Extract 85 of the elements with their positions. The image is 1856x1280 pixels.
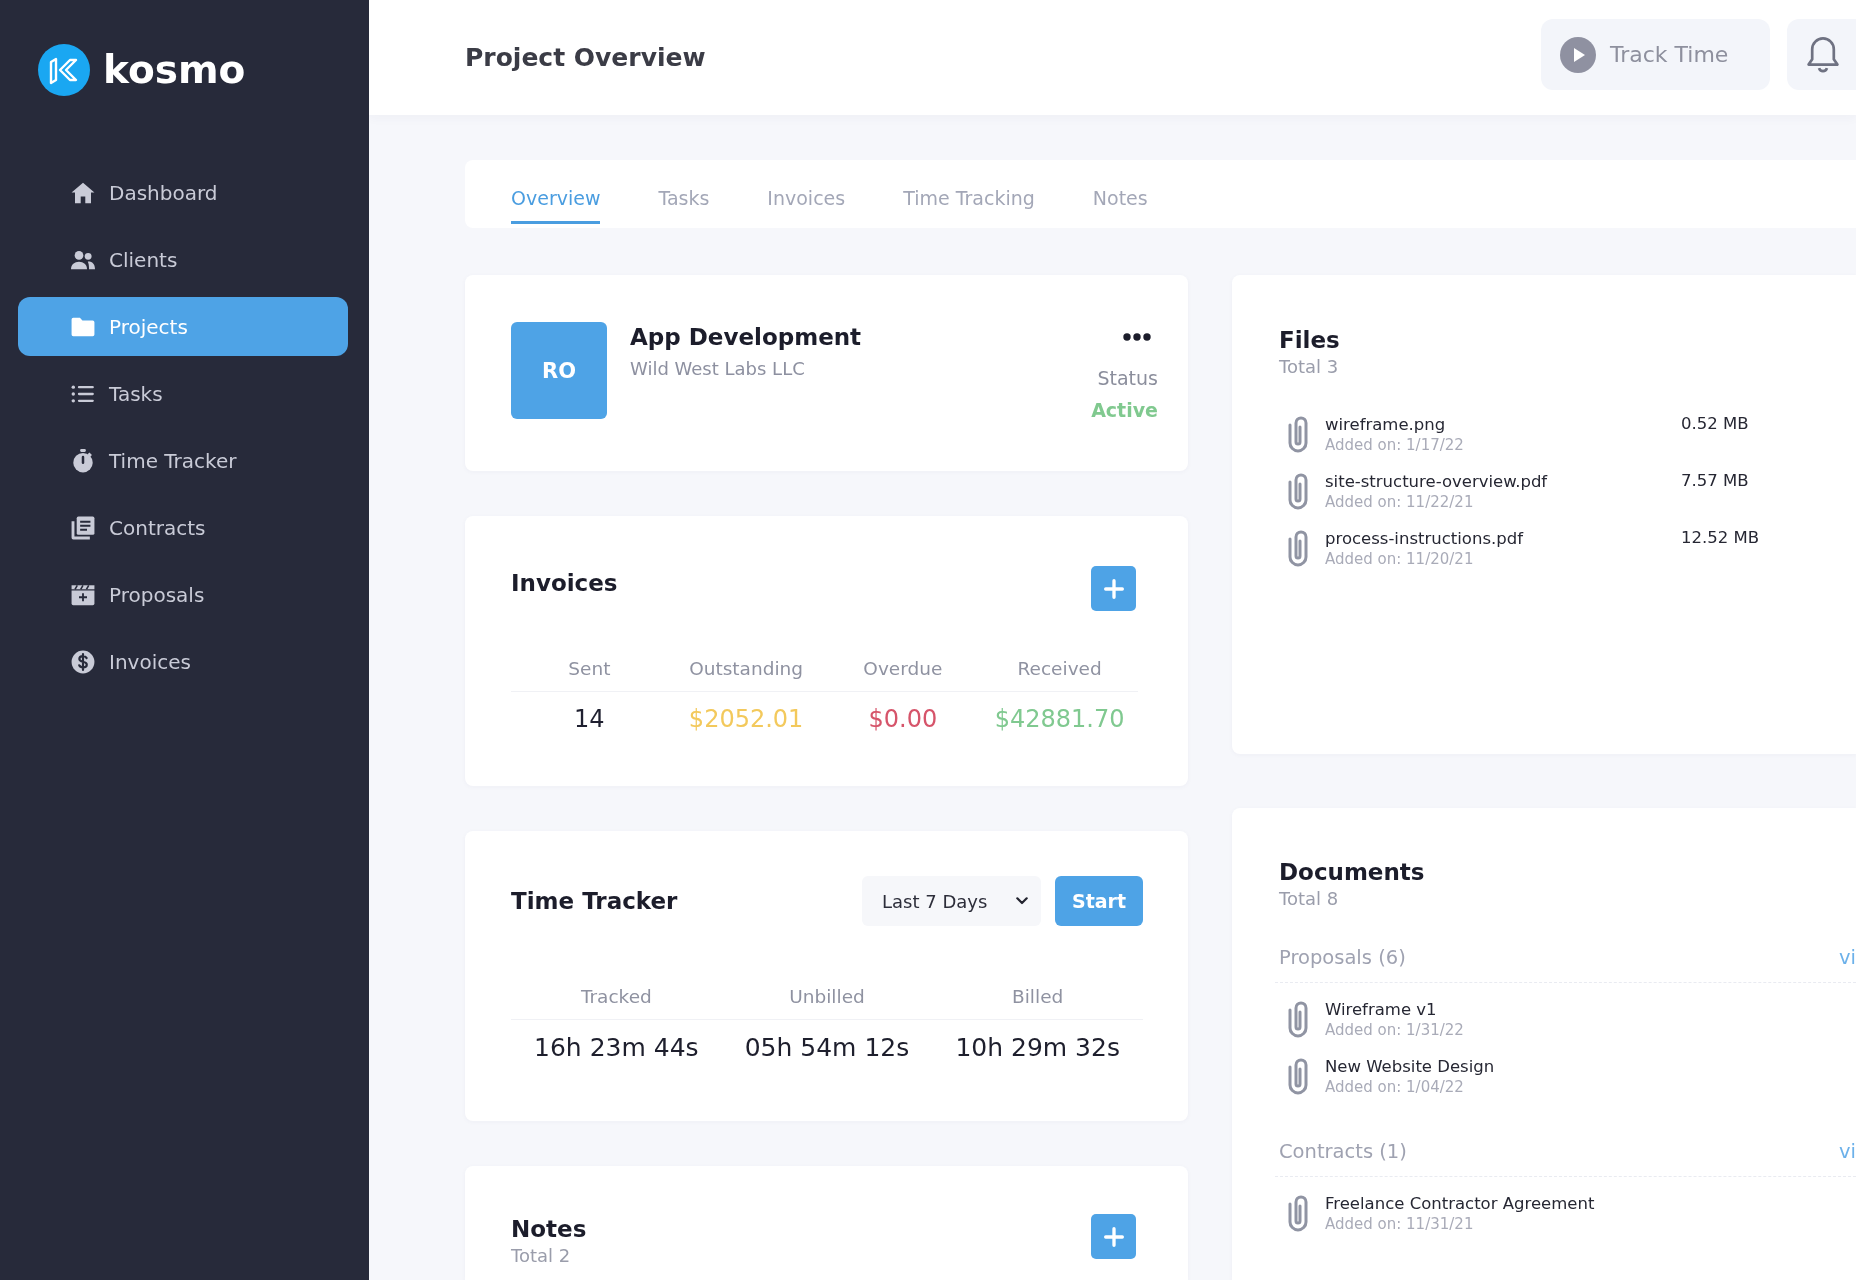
client-name: Wild West Labs LLC	[630, 357, 806, 381]
total-count: Total 3	[1279, 355, 1340, 379]
tab[interactable]: Tasks	[658, 160, 710, 224]
card-title: Files	[1279, 326, 1341, 355]
track-time-button[interactable]: Track Time	[1541, 19, 1770, 90]
document-name: Wireframe v1	[1325, 998, 1438, 1020]
document-name: Freelance Contractor Agreement	[1325, 1192, 1595, 1214]
sidebar-item[interactable]: Projects	[18, 297, 348, 356]
tab[interactable]: Overview	[511, 160, 601, 224]
sidebar-item[interactable]: Clients	[18, 230, 348, 289]
add-button[interactable]	[1091, 566, 1136, 611]
notifications-button[interactable]	[1787, 19, 1856, 90]
plus-icon	[1103, 1226, 1124, 1247]
status-value: Active	[1091, 398, 1158, 422]
sidebar-item[interactable]: Dashboard	[18, 163, 348, 222]
play-icon	[1560, 36, 1596, 73]
add-button[interactable]	[1091, 1214, 1136, 1259]
stat-label: Tracked	[580, 985, 652, 1009]
paperclip-icon	[1288, 1058, 1308, 1095]
stat-label: Sent	[568, 657, 611, 681]
stat-label: Received	[1017, 657, 1102, 681]
stat-value: 16h 23m 44s	[534, 1033, 699, 1063]
stat-value: $0.00	[868, 704, 938, 734]
view-link[interactable]: vi	[1839, 946, 1856, 970]
view-link[interactable]: vi	[1839, 1140, 1856, 1164]
sidebar-item[interactable]: Tasks	[18, 364, 348, 423]
file-name: process-instructions.pdf	[1325, 527, 1525, 549]
sidebar-item[interactable]: Invoices	[18, 632, 348, 691]
stat-value: 14	[574, 704, 605, 734]
initials-avatar: RO	[511, 322, 607, 419]
paperclip-icon	[1288, 1195, 1308, 1232]
range-dropdown[interactable]: Last 7 Days	[862, 876, 1041, 926]
group-title: Proposals (6)	[1279, 946, 1406, 970]
stat-label: Overdue	[863, 657, 943, 681]
status-label: Status	[1097, 366, 1158, 390]
document-date: Added on: 11/31/21	[1325, 1213, 1475, 1235]
sidebar-item[interactable]: Time Tracker	[18, 431, 348, 490]
stopwatch-icon	[71, 448, 95, 473]
logo-icon	[38, 44, 90, 96]
paperclip-icon	[1288, 530, 1308, 567]
card-title: Documents	[1279, 858, 1426, 887]
stat-label: Billed	[1012, 985, 1064, 1009]
paperclip-icon	[1288, 416, 1308, 453]
brand-name: kosmo	[103, 46, 246, 94]
stat-label: Unbilled	[789, 985, 865, 1009]
home-icon	[71, 180, 95, 205]
file-size: 12.52 MB	[1681, 527, 1760, 548]
stat-value: $42881.70	[994, 704, 1125, 734]
group-title: Contracts (1)	[1279, 1140, 1407, 1164]
document-name: New Website Design	[1325, 1055, 1495, 1077]
project-name: App Development	[630, 323, 863, 352]
more-icon[interactable]	[1123, 333, 1151, 341]
stat-value: 05h 54m 12s	[744, 1033, 910, 1063]
document-date: Added on: 1/04/22	[1325, 1076, 1465, 1098]
dollar-icon	[71, 649, 95, 674]
tab[interactable]: Time Tracking	[903, 160, 1035, 224]
file-size: 0.52 MB	[1681, 413, 1749, 434]
total-count: Total 2	[511, 1244, 572, 1268]
total-count: Total 8	[1279, 887, 1340, 911]
card-title: Notes	[511, 1215, 587, 1244]
clapperboard-icon	[71, 582, 95, 607]
chevron-down-icon	[1016, 897, 1028, 905]
stat-value: 10h 29m 32s	[955, 1033, 1120, 1063]
file-date: Added on: 1/17/22	[1325, 434, 1465, 456]
card-title: Time Tracker	[511, 887, 679, 916]
start-button[interactable]: Start	[1055, 876, 1143, 926]
document-date: Added on: 1/31/22	[1325, 1019, 1464, 1041]
file-name: wireframe.png	[1325, 413, 1447, 435]
file-name: site-structure-overview.pdf	[1325, 470, 1549, 492]
tab[interactable]: Invoices	[767, 160, 846, 224]
page-title: Project Overview	[465, 43, 707, 72]
stat-label: Outstanding	[689, 657, 804, 681]
bell-icon	[1806, 36, 1840, 73]
card-title: Invoices	[511, 569, 618, 598]
file-date: Added on: 11/22/21	[1325, 491, 1475, 513]
documents-icon	[71, 515, 95, 540]
plus-icon	[1103, 578, 1124, 599]
stat-value: $2052.01	[688, 704, 804, 734]
sidebar-item[interactable]: Proposals	[18, 565, 348, 624]
file-size: 7.57 MB	[1681, 470, 1749, 491]
paperclip-icon	[1288, 473, 1308, 510]
sidebar-item[interactable]: Contracts	[18, 498, 348, 557]
tab[interactable]: Notes	[1092, 160, 1148, 224]
file-date: Added on: 11/20/21	[1325, 548, 1475, 570]
paperclip-icon	[1288, 1001, 1308, 1038]
